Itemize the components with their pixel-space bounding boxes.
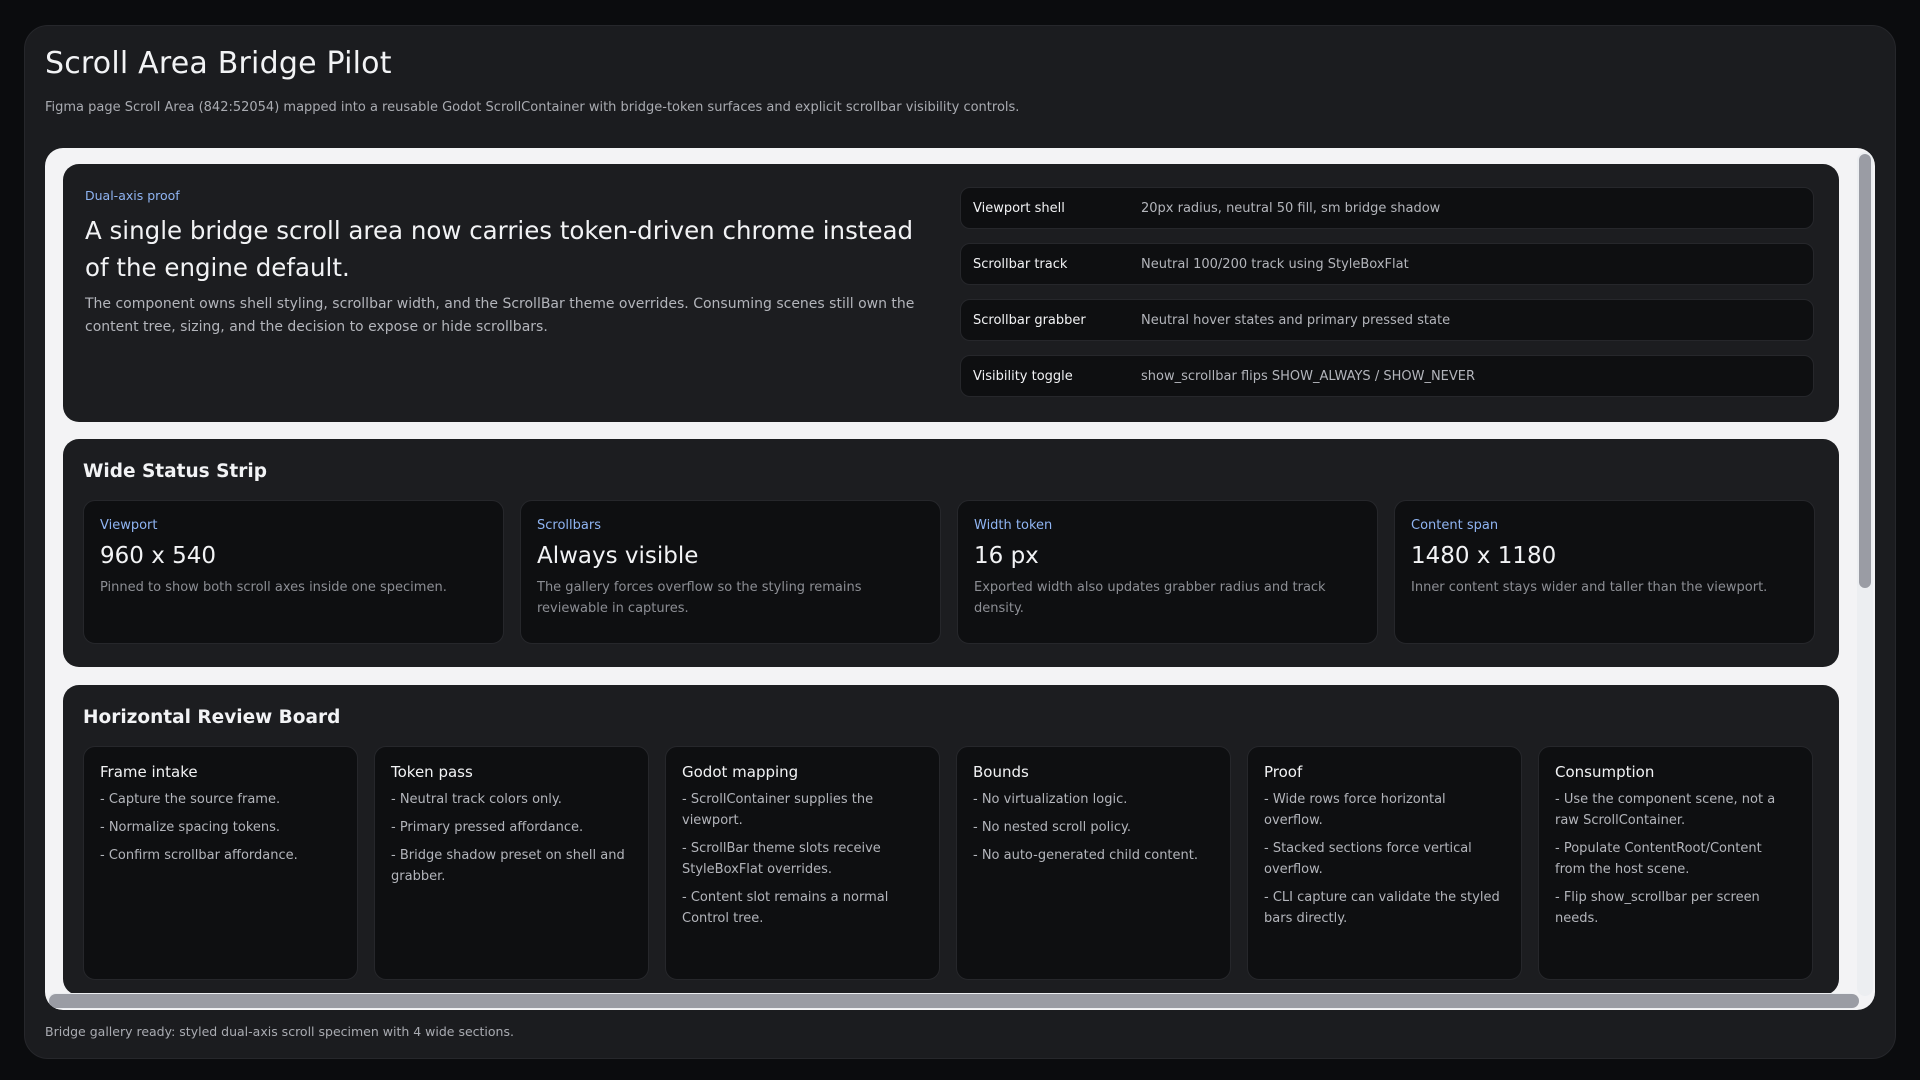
board-card-token-pass: Token pass - Neutral track colors only. … [374, 746, 649, 980]
board-card-title: Frame intake [100, 763, 198, 781]
status-text: Bridge gallery ready: styled dual-axis s… [45, 1024, 514, 1039]
page-subtitle: Figma page Scroll Area (842:52054) mappe… [45, 100, 1020, 115]
stat-value: 16 px [974, 543, 1039, 569]
board-card-consumption: Consumption - Use the component scene, n… [1538, 746, 1813, 980]
list-item: - No auto-generated child content. [973, 848, 1198, 863]
status-strip-section: Wide Status Strip Viewport 960 x 540 Pin… [63, 439, 1839, 667]
page-title: Scroll Area Bridge Pilot [45, 46, 392, 81]
list-item: - Normalize spacing tokens. [100, 820, 281, 835]
scroll-area-viewport[interactable]: Dual-axis proof A single bridge scroll a… [45, 148, 1875, 1010]
section-title: Horizontal Review Board [83, 707, 341, 728]
list-item: - No virtualization logic. [973, 792, 1128, 807]
list-item: - ScrollBar theme slots receive StyleBox… [682, 841, 881, 877]
stat-label: Scrollbars [537, 518, 601, 533]
spec-value: 20px radius, neutral 50 fill, sm bridge … [1141, 200, 1441, 216]
stat-label: Width token [974, 518, 1053, 533]
hero-body: The component owns shell styling, scroll… [85, 296, 915, 335]
stat-card-scrollbars: Scrollbars Always visible The gallery fo… [520, 500, 941, 644]
board-card-title: Bounds [973, 763, 1029, 781]
section-title: Wide Status Strip [83, 461, 267, 482]
stat-label: Viewport [100, 518, 158, 533]
spec-key: Viewport shell [973, 200, 1065, 216]
list-item: - CLI capture can validate the styled ba… [1264, 890, 1500, 926]
board-card-title: Token pass [391, 763, 473, 781]
board-grid: Frame intake - Capture the source frame.… [83, 746, 1813, 980]
spec-value: Neutral hover states and primary pressed… [1141, 312, 1451, 328]
board-card-title: Consumption [1555, 763, 1655, 781]
board-card-title: Proof [1264, 763, 1303, 781]
list-item: - Stacked sections force vertical overfl… [1264, 841, 1472, 877]
stat-description: The gallery forces overflow so the styli… [537, 580, 862, 616]
stat-card-width-token: Width token 16 px Exported width also up… [957, 500, 1378, 644]
spec-key: Scrollbar grabber [973, 312, 1086, 328]
list-item: - Flip show_scrollbar per screen needs. [1555, 890, 1760, 926]
stat-value: 960 x 540 [100, 543, 217, 569]
board-card-proof: Proof - Wide rows force horizontal overf… [1247, 746, 1522, 980]
list-item: - Primary pressed affordance. [391, 820, 584, 835]
list-item: - Capture the source frame. [100, 792, 281, 807]
spec-value: Neutral 100/200 track using StyleBoxFlat [1141, 256, 1409, 272]
list-item: - Confirm scrollbar affordance. [100, 848, 298, 863]
board-card-godot-mapping: Godot mapping - ScrollContainer supplies… [665, 746, 940, 980]
vertical-scrollbar-grabber[interactable] [1859, 154, 1871, 588]
stat-grid: Viewport 960 x 540 Pinned to show both s… [83, 500, 1815, 644]
hero-eyebrow: Dual-axis proof [85, 188, 180, 203]
list-item: - Content slot remains a normal Control … [682, 890, 889, 926]
stat-value: Always visible [537, 543, 699, 569]
list-item: - Bridge shadow preset on shell and grab… [391, 848, 625, 884]
hero-section: Dual-axis proof A single bridge scroll a… [63, 164, 1839, 422]
list-item: - ScrollContainer supplies the viewport. [682, 792, 874, 828]
stat-description: Pinned to show both scroll axes inside o… [100, 580, 447, 595]
stat-card-content-span: Content span 1480 x 1180 Inner content s… [1394, 500, 1815, 644]
spec-list: Viewport shell 20px radius, neutral 50 f… [960, 187, 1814, 411]
spec-value: show_scrollbar flips SHOW_ALWAYS / SHOW_… [1141, 368, 1476, 384]
review-board-section: Horizontal Review Board Frame intake - C… [63, 685, 1839, 995]
spec-row: Scrollbar grabber Neutral hover states a… [960, 299, 1814, 341]
spec-row: Viewport shell 20px radius, neutral 50 f… [960, 187, 1814, 229]
spec-row: Visibility toggle show_scrollbar flips S… [960, 355, 1814, 397]
stat-card-viewport: Viewport 960 x 540 Pinned to show both s… [83, 500, 504, 644]
app-window: Scroll Area Bridge Pilot Figma page Scro… [24, 25, 1896, 1059]
list-item: - Populate ContentRoot/Content from the … [1555, 841, 1762, 877]
spec-row: Scrollbar track Neutral 100/200 track us… [960, 243, 1814, 285]
stat-description: Exported width also updates grabber radi… [974, 580, 1326, 616]
stat-value: 1480 x 1180 [1411, 543, 1557, 569]
hero-title: A single bridge scroll area now carries … [85, 216, 914, 282]
board-card-title: Godot mapping [682, 763, 799, 781]
horizontal-scrollbar-grabber[interactable] [49, 994, 1859, 1008]
list-item: - Use the component scene, not a raw Scr… [1555, 792, 1776, 828]
spec-key: Visibility toggle [973, 368, 1073, 384]
board-card-frame-intake: Frame intake - Capture the source frame.… [83, 746, 358, 980]
stat-label: Content span [1411, 518, 1499, 533]
board-card-bounds: Bounds - No virtualization logic. - No n… [956, 746, 1231, 980]
list-item: - No nested scroll policy. [973, 820, 1131, 835]
list-item: - Wide rows force horizontal overflow. [1264, 792, 1446, 828]
stat-description: Inner content stays wider and taller tha… [1411, 580, 1768, 595]
spec-key: Scrollbar track [973, 256, 1068, 272]
list-item: - Neutral track colors only. [391, 792, 562, 807]
